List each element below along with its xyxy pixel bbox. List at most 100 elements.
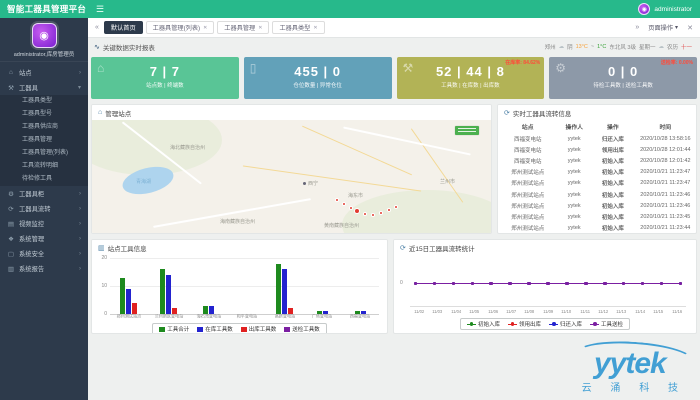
submenu-item-tool-type[interactable]: 工器具类型 bbox=[0, 95, 88, 108]
line-xtick: 11/04 bbox=[450, 310, 463, 315]
flow-table-row[interactable]: 郑州测试站点 yytek 初始入库 2020/10/21 11:23:45 bbox=[498, 211, 696, 222]
legend-label: 工具送检 bbox=[601, 320, 623, 328]
realtime-report-link[interactable]: ∿ 关键数据实时报表 bbox=[94, 42, 155, 52]
legend-marker bbox=[467, 322, 476, 326]
flow-site: 郑州测试站点 bbox=[498, 167, 557, 178]
submenu-item-tool-model[interactable]: 工器具型号 bbox=[0, 108, 88, 121]
legend-item[interactable]: 出库工具数 bbox=[241, 325, 277, 333]
flow-table-row[interactable]: 郑州测试站点 yytek 初始入库 2020/10/21 11:23:47 bbox=[498, 167, 696, 178]
submenu-item-tool-manage-list[interactable]: 工器具管理(列表) bbox=[0, 147, 88, 160]
map-marker-dot[interactable] bbox=[394, 205, 398, 209]
flow-site: 郑州测试站点 bbox=[498, 200, 557, 211]
line-xtick: 11/05 bbox=[468, 310, 481, 315]
tab-close-icon[interactable]: ✕ bbox=[258, 25, 262, 31]
flow-table-row[interactable]: 西福变电站 yytek 初始入库 2020/10/28 12:01:42 bbox=[498, 155, 696, 166]
map-marker-dot[interactable] bbox=[354, 208, 360, 214]
map-marker-dot[interactable] bbox=[371, 213, 375, 217]
tab-tool-manage[interactable]: 工器具管理 ✕ bbox=[217, 21, 269, 34]
map-marker-dot[interactable] bbox=[379, 211, 383, 215]
map-marker-dot[interactable] bbox=[342, 202, 346, 206]
sidebar-item-video[interactable]: ▤ 视频监控 › bbox=[0, 216, 88, 231]
legend-item[interactable]: 在库工具数 bbox=[197, 325, 233, 333]
sidebar-item-sys-security[interactable]: ▢ 系统安全 › bbox=[0, 246, 88, 261]
bar-plot: 20100郑州测试站点兰州新区变电站海石湾变电站和平变电站高新变电站广场变电站西… bbox=[110, 258, 379, 322]
data-point[interactable] bbox=[660, 282, 664, 286]
flow-table-row[interactable]: 郑州测试站点 yytek 初始入库 2020/10/21 11:23:46 bbox=[498, 189, 696, 200]
data-point[interactable] bbox=[433, 282, 437, 286]
data-point[interactable] bbox=[489, 282, 493, 286]
data-point[interactable] bbox=[527, 282, 531, 286]
map-marker-dot[interactable] bbox=[349, 206, 353, 210]
flow-site: 郑州测试站点 bbox=[498, 189, 557, 200]
stat-value: 455 | 0 bbox=[244, 64, 392, 79]
tab-tool-type[interactable]: 工器具类型 ✕ bbox=[272, 21, 324, 34]
flow-table-row[interactable]: 郑州测试站点 yytek 初始入库 2020/10/21 11:23:44 bbox=[498, 223, 696, 234]
submenu-item-tool-manage[interactable]: 工器具管理 bbox=[0, 134, 88, 147]
tab-close-icon[interactable]: ✕ bbox=[313, 25, 317, 31]
legend-item[interactable]: 归还入库 bbox=[549, 320, 582, 328]
map-label-city: 西宁 bbox=[308, 180, 318, 187]
line-xtick: 11/12 bbox=[597, 310, 610, 315]
flow-table: 站点 操作人 操作 时间 西福变电站 yytek 归还入库 bbox=[498, 120, 696, 234]
bar-group: 高新变电站 bbox=[266, 258, 304, 322]
flow-table-row[interactable]: 西福变电站 yytek 归还入库 2020/10/28 13:58:16 bbox=[498, 133, 696, 144]
legend-item[interactable]: 工具合计 bbox=[159, 325, 189, 333]
map-marker-dot[interactable] bbox=[335, 198, 339, 202]
data-point[interactable] bbox=[603, 282, 607, 286]
data-point[interactable] bbox=[508, 282, 512, 286]
map[interactable]: 海北藏族自治州 青海湖 西宁 海东市 兰州市 海南藏族自治州 黄南藏族自治州 bbox=[92, 120, 491, 234]
bar-在库工具数[interactable] bbox=[282, 269, 287, 314]
flow-panel-header: ⟳ 实时工器具流转信息 bbox=[498, 105, 696, 120]
tabs-scroll-right[interactable]: » bbox=[633, 24, 641, 31]
data-point[interactable] bbox=[414, 282, 418, 286]
tab-close-icon[interactable]: ✕ bbox=[203, 25, 207, 31]
sidebar-item-cabinet[interactable]: ⚙ 工器具柜 › bbox=[0, 186, 88, 201]
tab-tool-manage-list[interactable]: 工器具管理(列表) ✕ bbox=[146, 21, 215, 34]
data-point[interactable] bbox=[622, 282, 626, 286]
sidebar-item-site[interactable]: ⌂ 站点 › bbox=[0, 65, 88, 80]
legend-item[interactable]: 领用出库 bbox=[508, 320, 541, 328]
user-avatar[interactable]: ◉ bbox=[638, 3, 650, 15]
sidebar-item-sys-report[interactable]: ▥ 系统报告 › bbox=[0, 261, 88, 276]
flow-table-row[interactable]: 郑州测试站点 yytek 初始入库 2020/10/21 11:23:47 bbox=[498, 178, 696, 189]
submenu-item-flow-detail[interactable]: 工具流转明细 bbox=[0, 160, 88, 173]
tabs-scroll-left[interactable]: « bbox=[93, 24, 101, 31]
flow-table-row[interactable]: 西福变电站 yytek 领用出库 2020/10/28 12:01:44 bbox=[498, 144, 696, 155]
map-marker-dot[interactable] bbox=[387, 208, 391, 212]
bar-工具合计[interactable] bbox=[203, 306, 208, 314]
data-point[interactable] bbox=[471, 282, 475, 286]
legend-item[interactable]: 送检工具数 bbox=[284, 325, 320, 333]
sidebar-item-sys-manage[interactable]: ❖ 系统管理 › bbox=[0, 231, 88, 246]
bar-工具合计[interactable] bbox=[276, 264, 281, 314]
data-point[interactable] bbox=[584, 282, 588, 286]
bar-工具合计[interactable] bbox=[120, 278, 125, 314]
bar-在库工具数[interactable] bbox=[126, 289, 131, 314]
map-station-badge[interactable] bbox=[455, 126, 479, 135]
bar-在库工具数[interactable] bbox=[209, 306, 214, 314]
data-point[interactable] bbox=[679, 282, 683, 286]
flow-time: 2020/10/21 11:23:45 bbox=[635, 211, 696, 222]
data-point[interactable] bbox=[452, 282, 456, 286]
menu-toggle-icon[interactable]: ☰ bbox=[96, 4, 104, 15]
topbar-username[interactable]: administrator bbox=[654, 6, 692, 13]
bar-工具合计[interactable] bbox=[160, 269, 165, 314]
legend-item[interactable]: 工具送检 bbox=[590, 320, 623, 328]
map-marker-dot[interactable] bbox=[363, 212, 367, 216]
bar-在库工具数[interactable] bbox=[166, 275, 171, 314]
sidebar-item-flow[interactable]: ⟳ 工器具流转 › bbox=[0, 201, 88, 216]
submenu-item-pending-repair[interactable]: 待检修工具 bbox=[0, 173, 88, 186]
legend-swatch bbox=[197, 327, 203, 332]
line-xtick: 11/07 bbox=[505, 310, 518, 315]
flow-table-row[interactable]: 郑州测试站点 yytek 初始入库 2020/10/21 11:23:46 bbox=[498, 200, 696, 211]
data-point[interactable] bbox=[641, 282, 645, 286]
legend-item[interactable]: 初始入库 bbox=[467, 320, 500, 328]
bar-出库工具数[interactable] bbox=[132, 303, 137, 314]
close-all-tabs-icon[interactable]: ✕ bbox=[685, 24, 695, 32]
sidebar-username: administrator,库房管理员 bbox=[0, 50, 88, 58]
page-actions-dropdown[interactable]: 页面操作 ▾ bbox=[648, 23, 678, 32]
data-point[interactable] bbox=[546, 282, 550, 286]
tab-default-home[interactable]: 默认首页 bbox=[104, 21, 143, 34]
submenu-item-tool-supplier[interactable]: 工器具供应商 bbox=[0, 121, 88, 134]
sidebar-item-tools[interactable]: ⚒ 工器具 ▾ bbox=[0, 80, 88, 95]
data-point[interactable] bbox=[565, 282, 569, 286]
